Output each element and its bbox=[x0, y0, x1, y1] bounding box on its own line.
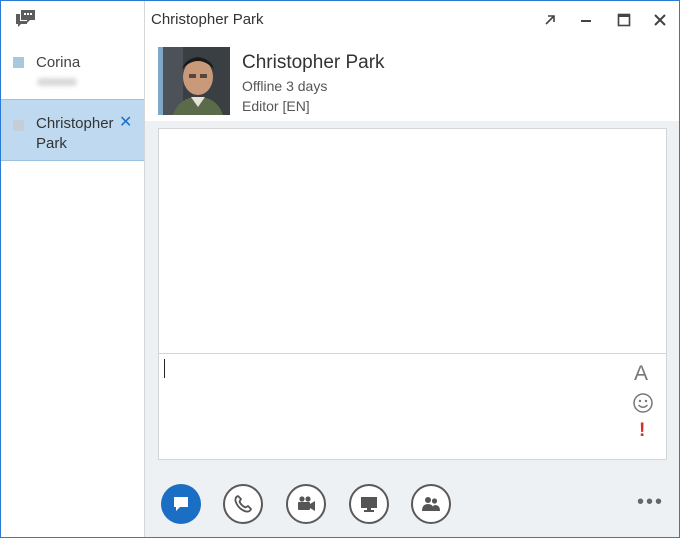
conversation-name: Christopher Park bbox=[36, 115, 114, 152]
im-button[interactable] bbox=[161, 484, 201, 524]
close-window-button[interactable] bbox=[645, 7, 675, 33]
important-flag-icon[interactable]: ! bbox=[639, 420, 645, 442]
present-icon bbox=[361, 497, 377, 512]
conversation-name: Corina bbox=[36, 54, 81, 71]
text-caret bbox=[164, 359, 165, 378]
video-icon bbox=[298, 496, 315, 511]
present-button[interactable] bbox=[349, 484, 389, 524]
phone-icon bbox=[234, 495, 252, 513]
maximize-icon bbox=[617, 13, 631, 27]
contact-photo[interactable] bbox=[163, 47, 230, 115]
close-conversation-icon[interactable]: ✕ bbox=[119, 113, 132, 133]
contact-status: Offline 3 days bbox=[242, 78, 328, 94]
contact-name: Christopher Park bbox=[242, 52, 385, 73]
minimize-icon bbox=[581, 20, 591, 22]
people-icon bbox=[422, 497, 440, 511]
message-input[interactable]: A ! bbox=[158, 353, 667, 460]
presence-indicator bbox=[13, 57, 24, 68]
emoticon-icon[interactable] bbox=[632, 392, 654, 414]
contact-note: Editor [EN] bbox=[242, 98, 310, 114]
conversation-sidebar: Corina Christopher Park ✕ bbox=[1, 1, 145, 537]
window-title: Christopher Park bbox=[151, 11, 264, 28]
conversation-item-christopher-park[interactable]: Christopher Park ✕ bbox=[1, 99, 144, 161]
more-options-button[interactable]: ••• bbox=[637, 492, 664, 512]
popout-button[interactable] bbox=[535, 7, 565, 33]
im-icon bbox=[174, 497, 188, 511]
close-icon bbox=[654, 14, 666, 26]
video-button[interactable] bbox=[286, 484, 326, 524]
minimize-button[interactable] bbox=[571, 7, 601, 33]
presence-indicator bbox=[13, 120, 24, 131]
font-format-icon[interactable]: A bbox=[634, 362, 648, 386]
maximize-button[interactable] bbox=[609, 7, 639, 33]
conversation-item-corina[interactable]: Corina bbox=[1, 45, 144, 99]
popout-icon bbox=[545, 15, 555, 25]
conversation-history[interactable] bbox=[158, 128, 667, 354]
conversations-app-icon[interactable] bbox=[15, 9, 37, 29]
conversation-window: Corina Christopher Park ✕ Christopher Pa… bbox=[0, 0, 680, 538]
participants-button[interactable] bbox=[411, 484, 451, 524]
call-button[interactable] bbox=[223, 484, 263, 524]
blurred-status bbox=[37, 78, 77, 86]
